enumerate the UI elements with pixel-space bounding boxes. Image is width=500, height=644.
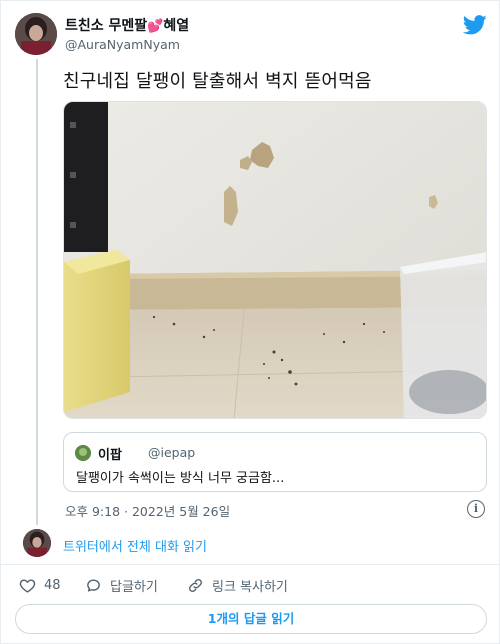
tweet-timestamp[interactable]: 오후 9:18 · 2022년 5월 26일: [65, 501, 230, 520]
share-label: 링크 복사하기: [212, 579, 288, 595]
copy-link-button[interactable]: 링크 복사하기: [187, 575, 288, 595]
tweet-photo[interactable]: [63, 101, 487, 419]
author-avatar[interactable]: [15, 13, 57, 55]
quote-author-name: 이팝: [98, 448, 122, 463]
quote-author-handle: @iepap: [148, 445, 196, 460]
quoted-tweet[interactable]: 이팝 @iepap 달팽이가 속썩이는 방식 너무 궁금함...: [63, 432, 487, 492]
reply-label: 답글하기: [110, 579, 158, 595]
info-circle-icon[interactable]: i: [467, 500, 485, 518]
quote-author-avatar: [75, 445, 91, 461]
divider: [1, 564, 500, 565]
read-conversation-link[interactable]: 트위터에서 전체 대화 읽기: [63, 536, 207, 555]
reply-button[interactable]: 답글하기: [85, 575, 158, 595]
author-handle[interactable]: @AuraNyamNyam: [65, 37, 180, 52]
like-count: 48: [44, 577, 61, 593]
read-replies-button[interactable]: 1개의 답글 읽기: [15, 604, 487, 634]
heart-emoji-icon: 💕: [147, 19, 164, 34]
author-display-name[interactable]: 트친소 무멘팔💕혜열: [65, 15, 189, 35]
thread-line: [36, 59, 38, 525]
like-button[interactable]: 48: [19, 575, 61, 595]
display-name-suffix: 혜열: [163, 18, 190, 34]
twitter-bird-icon[interactable]: [463, 15, 487, 35]
link-icon: [189, 578, 202, 592]
tweet-card: 트친소 무멘팔💕혜열 @AuraNyamNyam 친구네집 달팽이 탈출해서 벽…: [0, 0, 500, 644]
speech-bubble-icon: [87, 578, 100, 592]
heart-outline-icon: [19, 578, 36, 593]
display-name-text: 트친소 무멘팔: [65, 18, 148, 34]
quote-text: 달팽이가 속썩이는 방식 너무 궁금함...: [76, 471, 285, 486]
tweet-text: 친구네집 달팽이 탈출해서 벽지 뜯어먹음: [63, 71, 372, 92]
conversation-avatar: [23, 529, 51, 557]
